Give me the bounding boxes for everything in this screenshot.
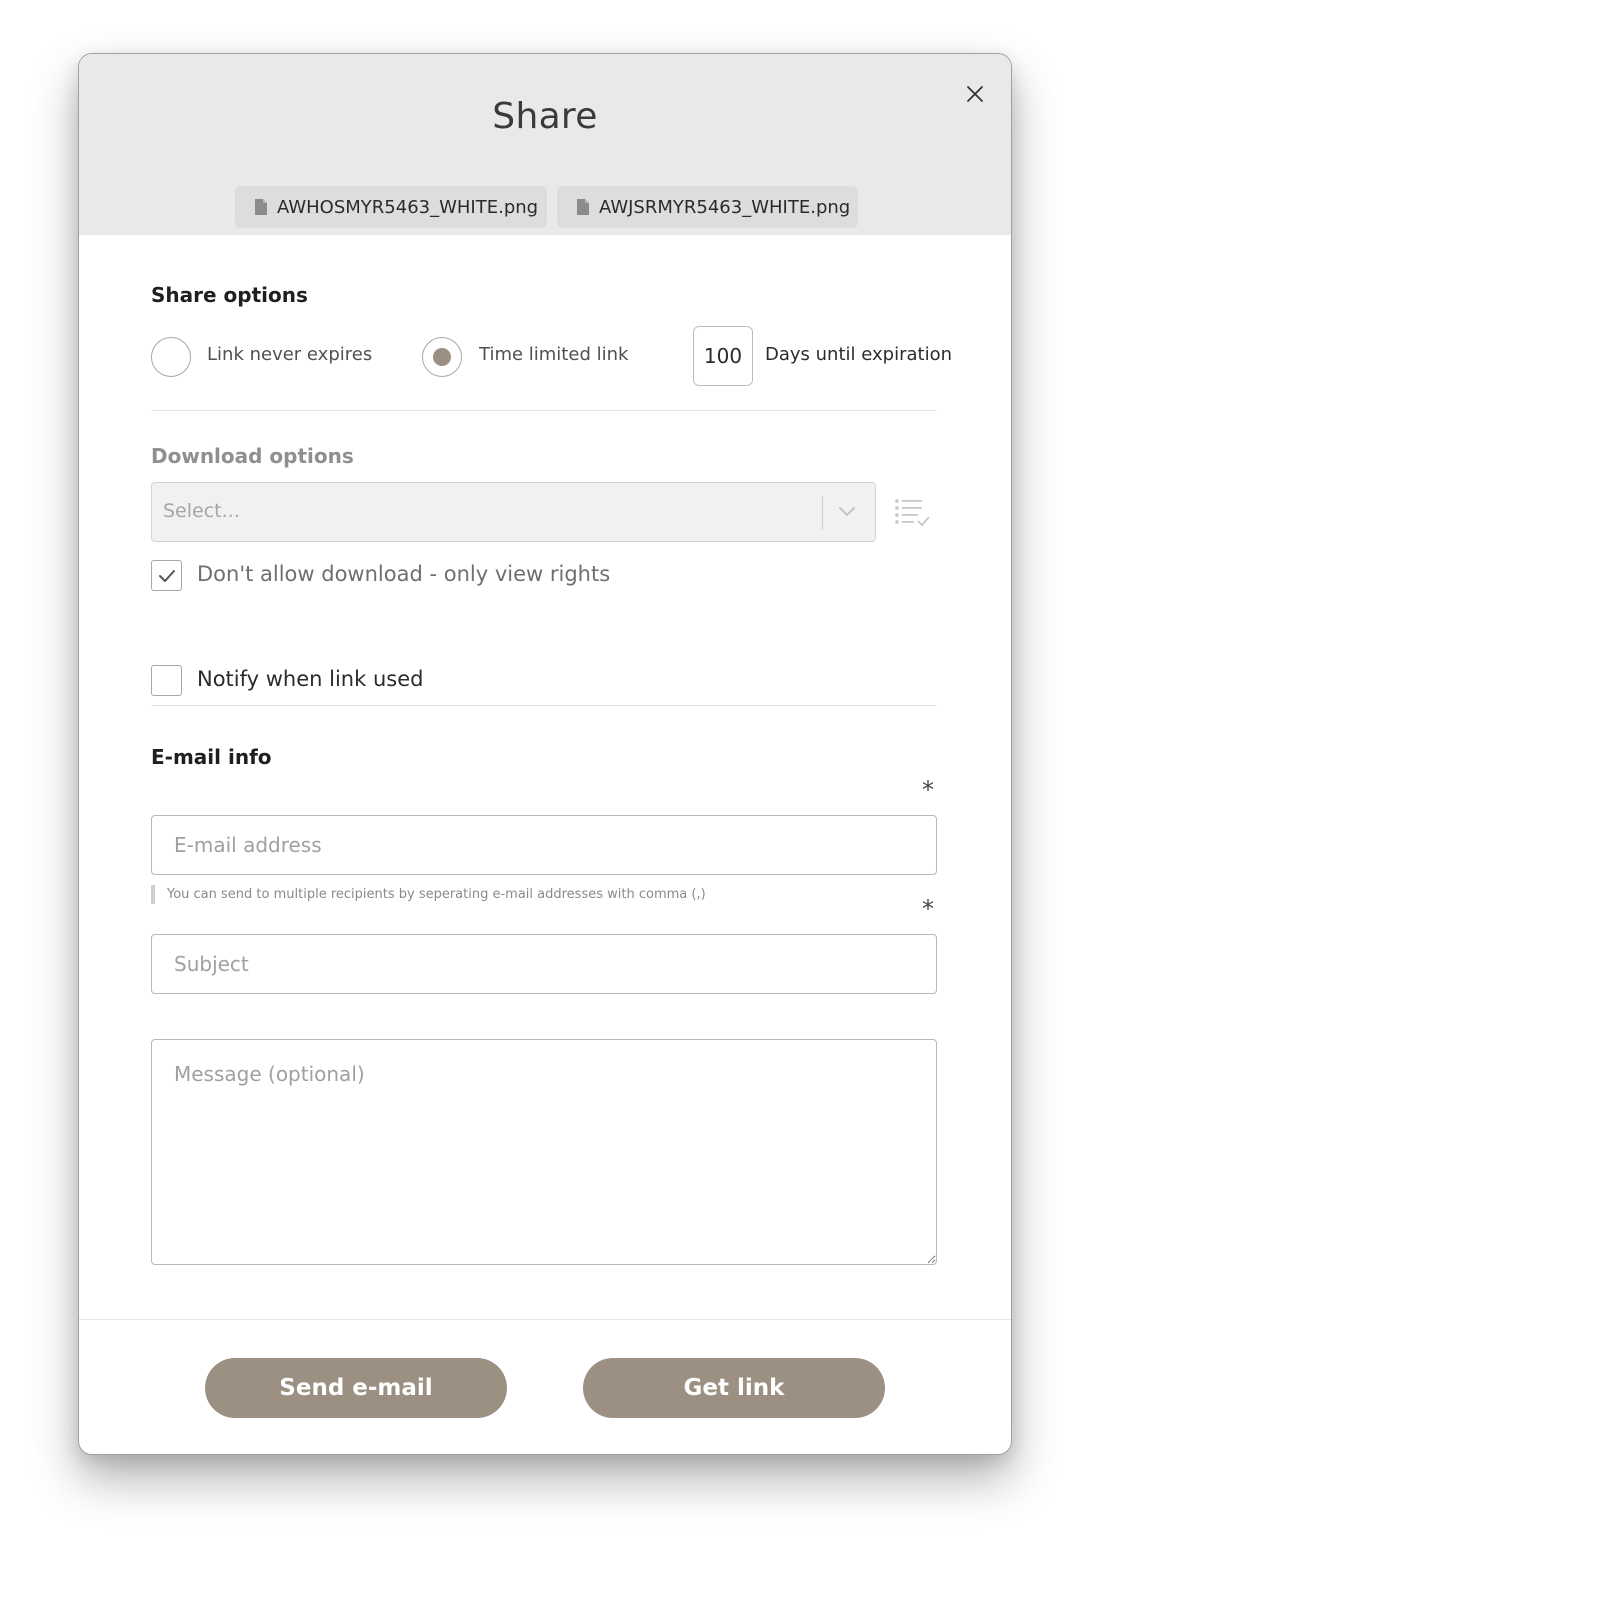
message-textarea[interactable]	[151, 1039, 937, 1265]
file-chip: AWJSRMYR5463_WHITE.png	[557, 186, 858, 228]
no-download-checkbox[interactable]	[151, 560, 182, 591]
days-until-expiration-input[interactable]	[693, 326, 753, 386]
file-name: AWJSRMYR5463_WHITE.png	[599, 196, 851, 218]
email-address-input[interactable]	[151, 815, 937, 875]
get-link-button[interactable]: Get link	[583, 1358, 885, 1418]
subject-input[interactable]	[151, 934, 937, 994]
share-options-heading: Share options	[151, 283, 308, 307]
divider	[151, 410, 937, 411]
file-chip: AWHOSMYR5463_WHITE.png	[235, 186, 547, 228]
hint-bar	[151, 885, 155, 904]
notify-label: Notify when link used	[197, 667, 424, 691]
share-dialog: Share AWHOSMYR5463_WHITE.png AWJSRMYR546…	[78, 53, 1012, 1455]
select-placeholder: Select...	[163, 500, 240, 522]
email-hint: You can send to multiple recipients by s…	[167, 887, 706, 902]
file-icon	[255, 199, 267, 215]
send-email-button[interactable]: Send e-mail	[205, 1358, 507, 1418]
radio-label-never-expires: Link never expires	[207, 344, 373, 365]
email-info-heading: E-mail info	[151, 745, 272, 769]
dialog-title: Share	[492, 96, 598, 137]
radio-label-time-limited: Time limited link	[479, 344, 629, 365]
radio-selected-dot	[433, 348, 451, 366]
checklist-icon[interactable]	[894, 498, 932, 532]
days-until-expiration-label: Days until expiration	[765, 344, 952, 365]
chevron-down-icon	[838, 503, 856, 522]
close-icon	[967, 86, 983, 102]
download-options-select[interactable]: Select...	[151, 482, 876, 542]
file-name: AWHOSMYR5463_WHITE.png	[277, 196, 539, 218]
notify-checkbox[interactable]	[151, 665, 182, 696]
checkmark-icon	[158, 569, 175, 582]
required-mark: *	[922, 776, 934, 804]
divider	[151, 705, 937, 706]
close-button[interactable]	[961, 80, 989, 108]
radio-time-limited-link[interactable]	[422, 337, 462, 377]
footer-divider	[79, 1319, 1011, 1320]
no-download-label: Don't allow download - only view rights	[197, 562, 611, 586]
radio-link-never-expires[interactable]	[151, 337, 191, 377]
dialog-header: Share AWHOSMYR5463_WHITE.png AWJSRMYR546…	[79, 54, 1011, 235]
select-separator	[822, 496, 823, 530]
download-options-heading: Download options	[151, 444, 354, 468]
file-icon	[577, 199, 589, 215]
required-mark: *	[922, 895, 934, 923]
